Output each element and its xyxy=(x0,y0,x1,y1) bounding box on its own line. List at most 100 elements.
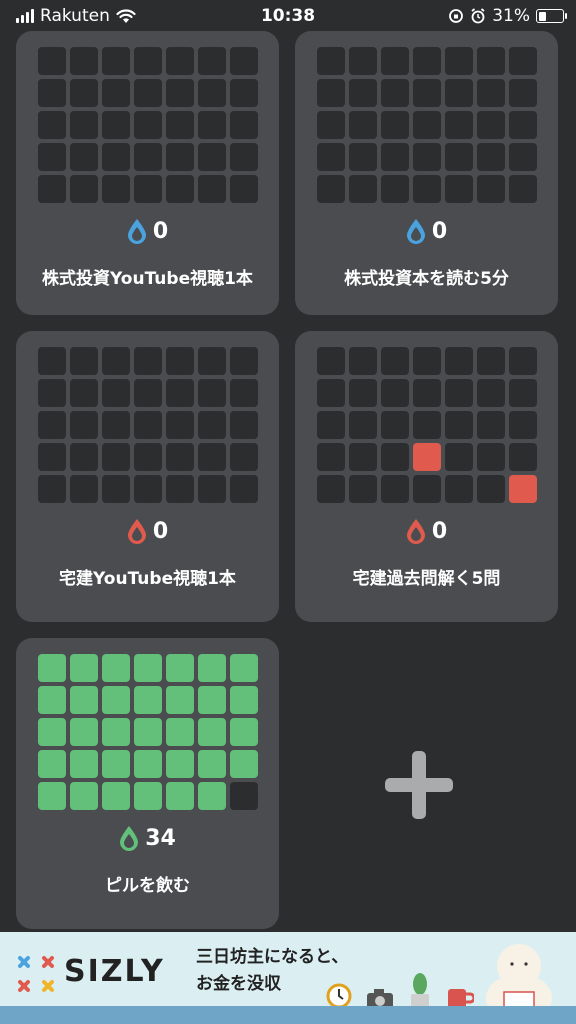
calendar-cell xyxy=(349,175,377,203)
calendar-cell xyxy=(477,111,505,139)
habit-count-row: 0 xyxy=(16,218,279,244)
calendar-cell xyxy=(102,411,130,439)
habit-calendar-grid xyxy=(38,654,258,810)
calendar-cell xyxy=(317,475,345,503)
calendar-cell xyxy=(445,411,473,439)
ad-banner[interactable]: SIZLY 三日坊主になると、 お金を没収 xyxy=(0,932,576,1024)
calendar-cell xyxy=(198,47,226,75)
habit-calendar-grid xyxy=(317,347,537,503)
calendar-cell xyxy=(102,175,130,203)
calendar-cell xyxy=(477,175,505,203)
calendar-cell xyxy=(349,443,377,471)
calendar-cell xyxy=(477,79,505,107)
calendar-cell xyxy=(413,347,441,375)
calendar-cell xyxy=(38,718,66,746)
habit-card[interactable]: 0 株式投資本を読む5分 xyxy=(295,31,558,315)
calendar-cell xyxy=(230,143,258,171)
habit-count: 0 xyxy=(431,518,448,544)
calendar-cell xyxy=(445,79,473,107)
calendar-cell xyxy=(70,79,98,107)
calendar-cell xyxy=(349,111,377,139)
calendar-cell xyxy=(509,47,537,75)
calendar-cell xyxy=(198,175,226,203)
calendar-cell xyxy=(230,782,258,810)
calendar-cell xyxy=(198,79,226,107)
calendar-cell xyxy=(317,47,345,75)
calendar-cell xyxy=(413,47,441,75)
battery-icon xyxy=(536,9,567,23)
calendar-cell xyxy=(166,175,194,203)
calendar-cell xyxy=(477,411,505,439)
habit-count-row: 0 xyxy=(16,518,279,544)
calendar-cell xyxy=(445,379,473,407)
calendar-cell xyxy=(102,654,130,682)
calendar-cell xyxy=(198,443,226,471)
calendar-cell xyxy=(70,175,98,203)
calendar-cell xyxy=(413,443,441,471)
calendar-cell xyxy=(166,686,194,714)
calendar-cell xyxy=(70,111,98,139)
calendar-cell xyxy=(198,475,226,503)
ad-line-1: 三日坊主になると、 xyxy=(196,947,349,967)
calendar-cell xyxy=(134,718,162,746)
calendar-cell xyxy=(198,654,226,682)
battery-percent: 31% xyxy=(492,6,530,26)
calendar-cell xyxy=(166,111,194,139)
calendar-cell xyxy=(134,47,162,75)
calendar-cell xyxy=(70,686,98,714)
calendar-cell xyxy=(230,475,258,503)
add-habit-button[interactable] xyxy=(385,751,453,819)
habit-count: 0 xyxy=(152,218,169,244)
drop-icon xyxy=(406,219,425,244)
calendar-cell xyxy=(445,443,473,471)
calendar-cell xyxy=(198,347,226,375)
calendar-cell xyxy=(166,79,194,107)
calendar-cell xyxy=(102,475,130,503)
calendar-cell xyxy=(509,443,537,471)
calendar-cell xyxy=(477,379,505,407)
calendar-cell xyxy=(102,47,130,75)
habit-count: 0 xyxy=(431,218,448,244)
calendar-cell xyxy=(134,750,162,778)
alarm-icon xyxy=(471,8,485,24)
habit-card[interactable]: 34 ピルを飲む xyxy=(16,638,279,929)
habit-calendar-grid xyxy=(38,347,258,503)
calendar-cell xyxy=(230,175,258,203)
calendar-cell xyxy=(509,175,537,203)
calendar-cell xyxy=(166,718,194,746)
calendar-cell xyxy=(230,443,258,471)
status-right: 31% xyxy=(448,6,567,26)
habit-card[interactable]: 0 株式投資YouTube視聴1本 xyxy=(16,31,279,315)
calendar-cell xyxy=(166,443,194,471)
calendar-cell xyxy=(230,47,258,75)
calendar-cell xyxy=(381,347,409,375)
calendar-cell xyxy=(38,411,66,439)
calendar-cell xyxy=(381,379,409,407)
calendar-cell xyxy=(381,47,409,75)
calendar-cell xyxy=(509,143,537,171)
habit-card[interactable]: 0 宅建過去問解く5問 xyxy=(295,331,558,622)
calendar-cell xyxy=(70,347,98,375)
calendar-cell xyxy=(102,686,130,714)
calendar-cell xyxy=(198,143,226,171)
habit-label: 宅建YouTube視聴1本 xyxy=(59,569,236,589)
calendar-cell xyxy=(230,654,258,682)
calendar-cell xyxy=(413,79,441,107)
calendar-cell xyxy=(445,143,473,171)
habit-count: 34 xyxy=(145,825,176,851)
calendar-cell xyxy=(413,475,441,503)
calendar-cell xyxy=(198,782,226,810)
calendar-cell xyxy=(198,411,226,439)
calendar-cell xyxy=(317,411,345,439)
calendar-cell xyxy=(134,379,162,407)
habit-card[interactable]: 0 宅建YouTube視聴1本 xyxy=(16,331,279,622)
calendar-cell xyxy=(445,347,473,375)
drop-icon xyxy=(120,826,139,851)
calendar-cell xyxy=(509,347,537,375)
calendar-cell xyxy=(381,111,409,139)
calendar-cell xyxy=(38,654,66,682)
calendar-cell xyxy=(134,443,162,471)
calendar-cell xyxy=(349,143,377,171)
calendar-cell xyxy=(230,347,258,375)
drop-icon xyxy=(127,219,146,244)
